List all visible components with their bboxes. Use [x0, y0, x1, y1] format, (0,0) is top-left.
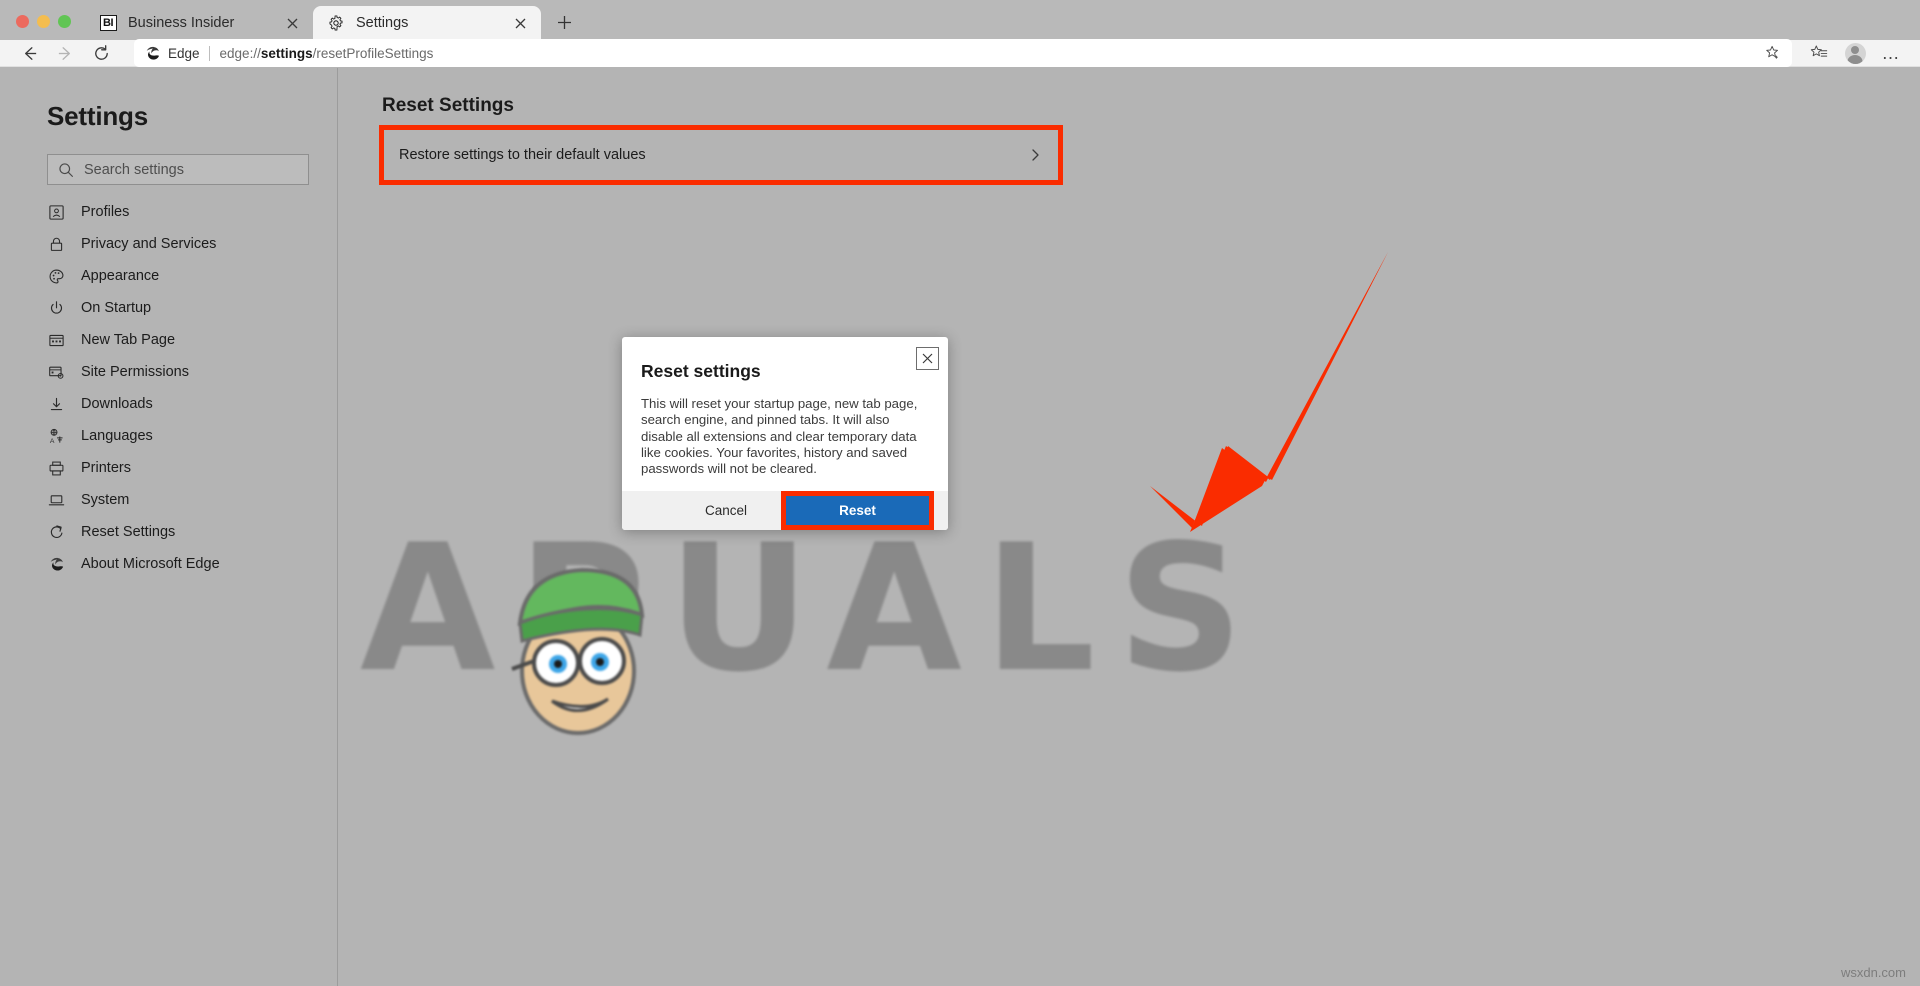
sidebar-item-about-microsoft-edge[interactable]: About Microsoft Edge [0, 548, 337, 580]
close-window-button[interactable] [16, 15, 29, 28]
business-insider-icon-label: BI [99, 15, 117, 31]
browser-window: BI Business Insider Settings Edge edge:/… [0, 0, 1920, 986]
cancel-button[interactable]: Cancel [671, 491, 781, 530]
settings-page: APUALS Settings Search settings Profiles… [0, 68, 1920, 986]
close-icon[interactable] [281, 12, 303, 34]
tab-settings[interactable]: Settings [313, 6, 541, 40]
back-button[interactable] [14, 38, 44, 68]
sidebar-item-downloads[interactable]: Downloads [0, 388, 337, 420]
favorites-list-icon[interactable] [1804, 38, 1834, 68]
sidebar-item-appearance[interactable]: Appearance [0, 260, 337, 292]
sidebar-item-label: Appearance [81, 268, 160, 284]
search-settings-input[interactable]: Search settings [47, 154, 309, 185]
sidebar-item-languages[interactable]: A Languages [0, 420, 337, 452]
dialog-title: Reset settings [641, 361, 761, 381]
reset-button[interactable]: Reset [786, 496, 929, 525]
settings-main-content: Reset Settings Restore settings to their… [339, 68, 1920, 986]
star-plus-icon[interactable] [1764, 44, 1782, 62]
sidebar-item-label: Printers [81, 460, 131, 476]
sidebar-item-label: Downloads [81, 396, 153, 412]
close-icon[interactable] [916, 347, 939, 370]
dialog-body-text: This will reset your startup page, new t… [641, 396, 918, 477]
sidebar-item-label: New Tab Page [81, 332, 176, 348]
more-options-button[interactable]: … [1876, 38, 1906, 68]
avatar-icon [1844, 42, 1866, 64]
maximize-window-button[interactable] [58, 15, 71, 28]
sidebar-item-label: System [81, 492, 130, 508]
settings-nav-list: Profiles Privacy and Services Appearance… [0, 196, 337, 580]
close-icon[interactable] [509, 12, 531, 34]
tab-title: Settings [356, 15, 409, 31]
lock-icon [47, 235, 66, 254]
minimize-window-button[interactable] [37, 15, 50, 28]
window-controls [0, 15, 85, 40]
page-title: Settings [47, 101, 148, 131]
sidebar-item-new-tab-page[interactable]: New Tab Page [0, 324, 337, 356]
site-permissions-icon [47, 363, 66, 382]
laptop-icon [47, 491, 66, 510]
sidebar-item-label: About Microsoft Edge [81, 556, 220, 572]
restore-settings-row[interactable]: Restore settings to their default values [384, 130, 1058, 180]
palette-icon [47, 267, 66, 286]
gear-icon [327, 14, 345, 32]
settings-sidebar: Settings Search settings Profiles Privac… [0, 68, 338, 986]
sidebar-item-label: Reset Settings [81, 524, 176, 540]
search-placeholder: Search settings [84, 161, 184, 178]
address-bar-url: edge://settings/resetProfileSettings [220, 46, 434, 61]
edge-logo-icon [144, 45, 161, 62]
url-bold-segment: settings [260, 45, 313, 61]
svg-text:A: A [50, 438, 55, 445]
url-suffix: /resetProfileSettings [312, 45, 434, 61]
address-bar-scheme-label: Edge [168, 45, 200, 61]
reset-settings-dialog: Reset settings This will reset your star… [622, 337, 948, 530]
sidebar-item-reset-settings[interactable]: Reset Settings [0, 516, 337, 548]
restore-settings-label: Restore settings to their default values [399, 147, 646, 163]
sidebar-item-privacy-and-services[interactable]: Privacy and Services [0, 228, 337, 260]
reset-circular-arrow-icon [47, 523, 66, 542]
divider [208, 45, 210, 61]
sidebar-item-site-permissions[interactable]: Site Permissions [0, 356, 337, 388]
new-tab-page-icon [47, 331, 66, 350]
business-insider-icon: BI [99, 14, 117, 32]
sidebar-item-label: Privacy and Services [81, 236, 217, 252]
sidebar-item-profiles[interactable]: Profiles [0, 196, 337, 228]
site-watermark: wsxdn.com [1840, 965, 1906, 980]
sidebar-item-label: Profiles [81, 204, 130, 220]
url-prefix: edge:// [219, 45, 261, 61]
sidebar-item-label: Languages [81, 428, 153, 444]
search-icon [58, 162, 74, 178]
browser-toolbar: Edge edge://settings/resetProfileSetting… [0, 38, 1920, 68]
chevron-right-icon [1028, 148, 1042, 162]
sidebar-item-on-startup[interactable]: On Startup [0, 292, 337, 324]
reload-button[interactable] [86, 38, 116, 68]
sidebar-item-label: On Startup [81, 300, 152, 316]
dialog-actions: Cancel Reset [622, 491, 948, 530]
restore-settings-highlight: Restore settings to their default values [379, 125, 1063, 185]
power-icon [47, 299, 66, 318]
tab-title: Business Insider [128, 15, 235, 31]
avatar[interactable] [1840, 38, 1870, 68]
tab-strip: BI Business Insider Settings [0, 0, 1920, 40]
address-bar[interactable]: Edge edge://settings/resetProfileSetting… [134, 39, 1792, 67]
printer-icon [47, 459, 66, 478]
reset-button-highlight: Reset [781, 491, 934, 530]
more-options-icon: … [1881, 43, 1901, 63]
profile-card-icon [47, 203, 66, 222]
tab-business-insider[interactable]: BI Business Insider [85, 6, 313, 40]
sidebar-item-label: Site Permissions [81, 364, 189, 380]
languages-icon: A [47, 427, 66, 446]
edge-logo-icon [47, 555, 66, 574]
download-arrow-icon [47, 395, 66, 414]
forward-button[interactable] [50, 38, 80, 68]
sidebar-item-printers[interactable]: Printers [0, 452, 337, 484]
section-title: Reset Settings [382, 95, 514, 116]
new-tab-button[interactable] [549, 7, 579, 37]
sidebar-item-system[interactable]: System [0, 484, 337, 516]
